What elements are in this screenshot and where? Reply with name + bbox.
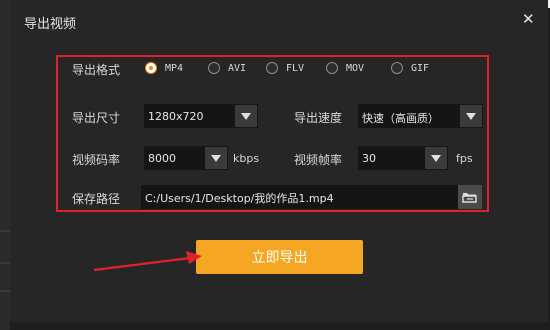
radio-circle-icon bbox=[266, 62, 278, 74]
framerate-unit: fps bbox=[456, 152, 473, 165]
radio-label: FLV bbox=[286, 62, 305, 74]
bitrate-value: 8000 bbox=[148, 152, 176, 165]
speed-label: 导出速度 bbox=[294, 111, 343, 125]
speed-value: 快速（高画质） bbox=[362, 112, 439, 125]
radio-circle-icon bbox=[391, 62, 403, 74]
radio-label: MOV bbox=[346, 62, 365, 74]
radio-gif[interactable]: GIF bbox=[391, 61, 429, 75]
annotation-arrow-icon bbox=[93, 251, 202, 272]
size-select[interactable]: 1280x720 bbox=[144, 104, 258, 128]
chevron-down-icon[interactable] bbox=[460, 105, 482, 127]
bitrate-label: 视频码率 bbox=[72, 153, 121, 167]
chevron-down-icon[interactable] bbox=[235, 105, 257, 127]
save-path-field[interactable]: C:/Users/1/Desktop/我的作品1.mp4 bbox=[141, 185, 458, 209]
radio-avi[interactable]: AVI bbox=[208, 61, 246, 75]
radio-mov[interactable]: MOV bbox=[326, 61, 364, 75]
radio-circle-icon bbox=[208, 62, 220, 74]
radio-circle-icon bbox=[145, 62, 157, 74]
close-icon[interactable]: ✕ bbox=[522, 9, 535, 29]
chevron-down-icon[interactable] bbox=[425, 147, 447, 169]
radio-label: MP4 bbox=[165, 62, 184, 74]
folder-icon[interactable] bbox=[458, 185, 482, 209]
chevron-down-icon[interactable] bbox=[205, 147, 227, 169]
export-now-button[interactable]: 立即导出 bbox=[196, 240, 363, 274]
format-label: 导出格式 bbox=[72, 63, 121, 77]
radio-mp4[interactable]: MP4 bbox=[145, 61, 183, 75]
framerate-select[interactable]: 30 bbox=[358, 146, 448, 170]
bitrate-select[interactable]: 8000 bbox=[144, 146, 228, 170]
size-value: 1280x720 bbox=[148, 110, 204, 123]
radio-circle-icon bbox=[326, 62, 338, 74]
radio-label: GIF bbox=[411, 62, 430, 74]
save-path-value: C:/Users/1/Desktop/我的作品1.mp4 bbox=[145, 192, 334, 205]
bitrate-unit: kbps bbox=[233, 152, 260, 165]
framerate-label: 视频帧率 bbox=[294, 153, 343, 167]
radio-flv[interactable]: FLV bbox=[266, 61, 304, 75]
speed-select[interactable]: 快速（高画质） bbox=[358, 104, 483, 128]
framerate-value: 30 bbox=[362, 152, 376, 165]
background-app-edge bbox=[0, 0, 10, 330]
dialog-title: 导出视频 bbox=[24, 17, 77, 32]
save-path-label: 保存路径 bbox=[72, 192, 121, 206]
size-label: 导出尺寸 bbox=[72, 111, 121, 125]
radio-label: AVI bbox=[228, 62, 247, 74]
